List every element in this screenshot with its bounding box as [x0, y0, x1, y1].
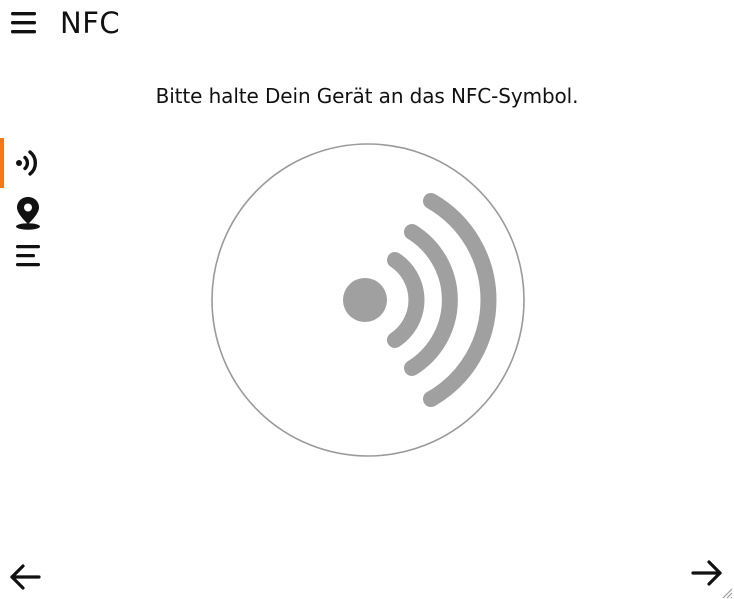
- side-nav-item-nfc[interactable]: [0, 138, 50, 188]
- nfc-page: NFC Bitte halte Dein Gerät an das NFC-Sy…: [0, 0, 734, 599]
- arrow-left-icon: [10, 564, 41, 590]
- nfc-signal-icon: [211, 143, 525, 457]
- hamburger-menu-icon[interactable]: [10, 10, 38, 36]
- nfc-icon: [16, 150, 37, 176]
- instruction-text: Bitte halte Dein Gerät an das NFC-Symbol…: [155, 84, 579, 108]
- nfc-target: [210, 142, 526, 458]
- back-button[interactable]: [8, 562, 42, 592]
- location-pin-icon: [16, 197, 40, 230]
- side-nav: [0, 138, 50, 288]
- side-nav-item-location[interactable]: [0, 188, 50, 238]
- side-nav-item-list[interactable]: [0, 238, 50, 288]
- page-title: NFC: [60, 6, 121, 40]
- resize-grip-icon[interactable]: [719, 584, 733, 599]
- list-icon: [16, 245, 40, 267]
